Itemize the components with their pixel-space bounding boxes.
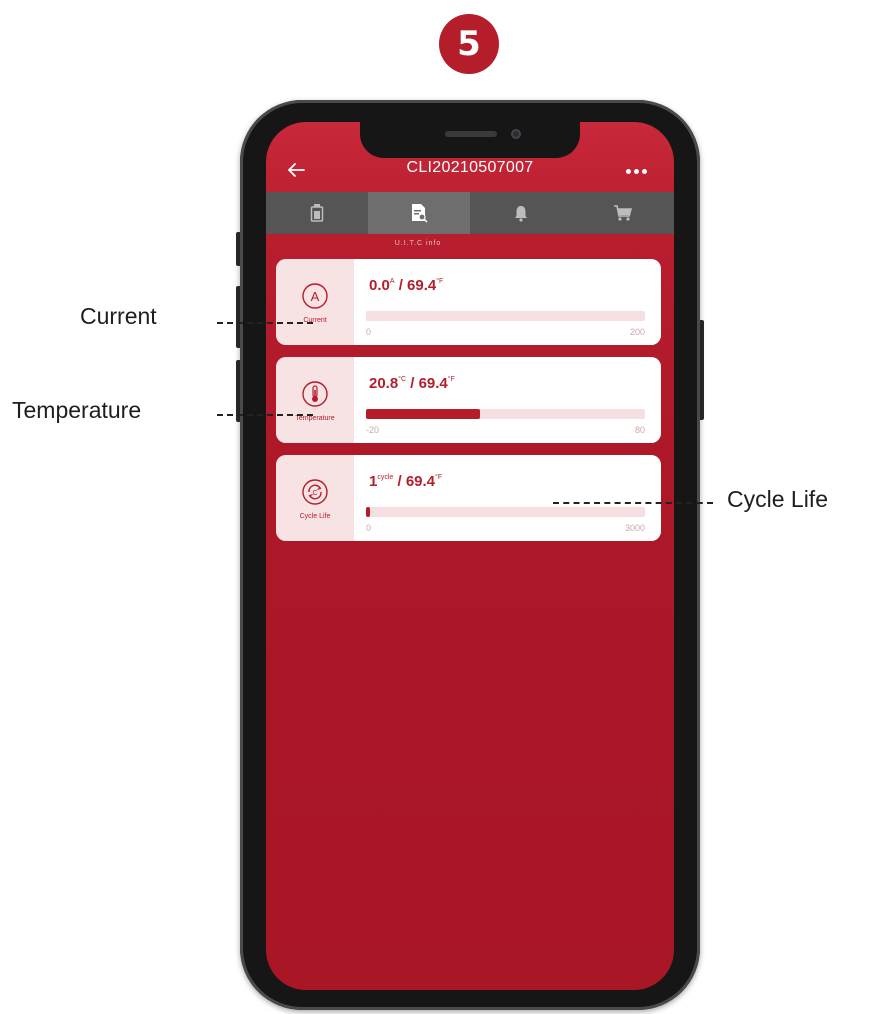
cycle-life-label: Cycle Life	[299, 512, 331, 520]
device-id-title: CLI20210507007	[406, 159, 534, 176]
current-value: 0.0A / 69.4°F	[369, 277, 444, 294]
current-card: A Current 0.0A / 69.4°F 0 200	[276, 259, 661, 345]
app-header: CLI20210507007	[266, 152, 674, 190]
step-number-badge: 5	[439, 14, 499, 74]
callout-cycle-life: Cycle Life	[727, 486, 828, 512]
tab-info[interactable]	[368, 192, 470, 234]
callout-cycle-life-line	[553, 502, 713, 504]
document-search-icon	[412, 204, 428, 223]
cycle-life-max-label: 3000	[624, 523, 645, 533]
temperature-card: Temperature 20.8°C / 69.4°F -20 80	[276, 357, 661, 443]
cycle-icon: C	[302, 478, 328, 505]
current-progress-bar	[366, 311, 645, 321]
cycle-life-value: 1cycle / 69.4°F	[369, 473, 443, 490]
current-a-icon: A	[302, 282, 328, 309]
temperature-value: 20.8°C / 69.4°F	[369, 375, 455, 392]
cycle-life-card-body: 1cycle / 69.4°F 0 3000	[354, 455, 661, 541]
svg-text:A: A	[311, 289, 320, 304]
bell-icon	[515, 206, 527, 222]
temperature-max-label: 80	[634, 425, 645, 435]
tab-caption: U.I.T.C info	[394, 240, 442, 247]
current-card-body: 0.0A / 69.4°F 0 200	[354, 259, 661, 345]
battery-icon	[310, 204, 324, 222]
temperature-progress-fill	[366, 409, 481, 419]
thermometer-icon	[302, 380, 328, 407]
phone-speaker	[445, 131, 497, 137]
current-min-label: 0	[366, 327, 372, 337]
cycle-life-card: C Cycle Life 1cycle / 69.4°F 0 3000	[276, 455, 661, 541]
callout-current-line	[217, 322, 313, 324]
phone-screen	[266, 122, 674, 990]
tab-bar	[266, 192, 674, 234]
callout-temperature-line	[217, 414, 313, 416]
tab-cart[interactable]	[572, 192, 674, 234]
cycle-life-progress-bar	[366, 507, 645, 517]
tab-alarm[interactable]	[470, 192, 572, 234]
cycle-life-min-label: 0	[366, 523, 372, 533]
cycle-life-card-side: C Cycle Life	[276, 455, 354, 541]
callout-temperature: Temperature	[12, 397, 142, 423]
cart-icon	[614, 205, 633, 221]
temperature-card-side: Temperature	[276, 357, 354, 443]
current-card-side: A Current	[276, 259, 354, 345]
temperature-card-body: 20.8°C / 69.4°F -20 80	[354, 357, 661, 443]
tab-battery[interactable]	[266, 192, 368, 234]
svg-text:C: C	[312, 490, 317, 497]
temperature-progress-bar	[366, 409, 645, 419]
temperature-min-label: -20	[366, 425, 380, 435]
cycle-life-progress-fill	[366, 507, 370, 517]
more-options-icon[interactable]	[624, 160, 650, 182]
callout-current: Current	[80, 303, 157, 329]
current-max-label: 200	[629, 327, 645, 337]
phone-camera	[511, 129, 521, 139]
